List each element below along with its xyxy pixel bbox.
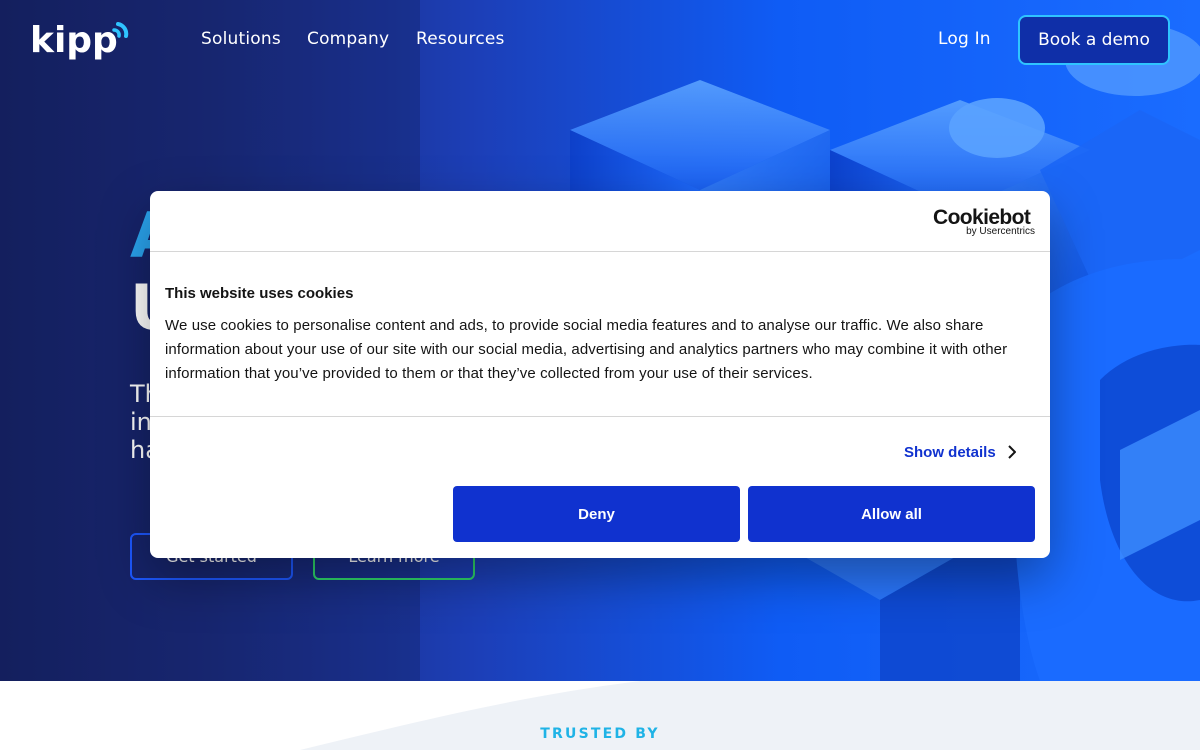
nav-resources[interactable]: Resources bbox=[416, 29, 505, 49]
svg-text:kipp: kipp bbox=[30, 20, 118, 61]
deny-button[interactable]: Deny bbox=[453, 486, 740, 542]
login-link[interactable]: Log In bbox=[938, 29, 991, 49]
nav-solutions[interactable]: Solutions bbox=[201, 29, 281, 49]
show-details-link[interactable]: Show details bbox=[904, 441, 1028, 463]
cookie-dialog-title: This website uses cookies bbox=[165, 285, 354, 302]
cookie-consent-dialog: Cookiebot by Usercentrics This website u… bbox=[150, 191, 1050, 558]
show-details-label: Show details bbox=[904, 443, 996, 461]
cookie-dialog-body: We use cookies to personalise content an… bbox=[165, 317, 1008, 382]
cookiebot-by-usercentrics: by Usercentrics bbox=[966, 226, 1035, 237]
kipp-logo-icon[interactable]: kipp bbox=[30, 18, 130, 62]
cookie-divider bbox=[150, 416, 1050, 417]
cookiebot-logo[interactable]: Cookiebot by Usercentrics bbox=[933, 206, 1037, 238]
book-demo-button[interactable]: Book a demo bbox=[1018, 15, 1170, 65]
cookie-dialog-header: Cookiebot by Usercentrics bbox=[150, 191, 1050, 252]
trusted-by-label: TRUSTED BY bbox=[540, 726, 660, 742]
chevron-right-icon bbox=[1007, 445, 1016, 459]
nav-company[interactable]: Company bbox=[307, 29, 389, 49]
allow-all-button[interactable]: Allow all bbox=[748, 486, 1035, 542]
